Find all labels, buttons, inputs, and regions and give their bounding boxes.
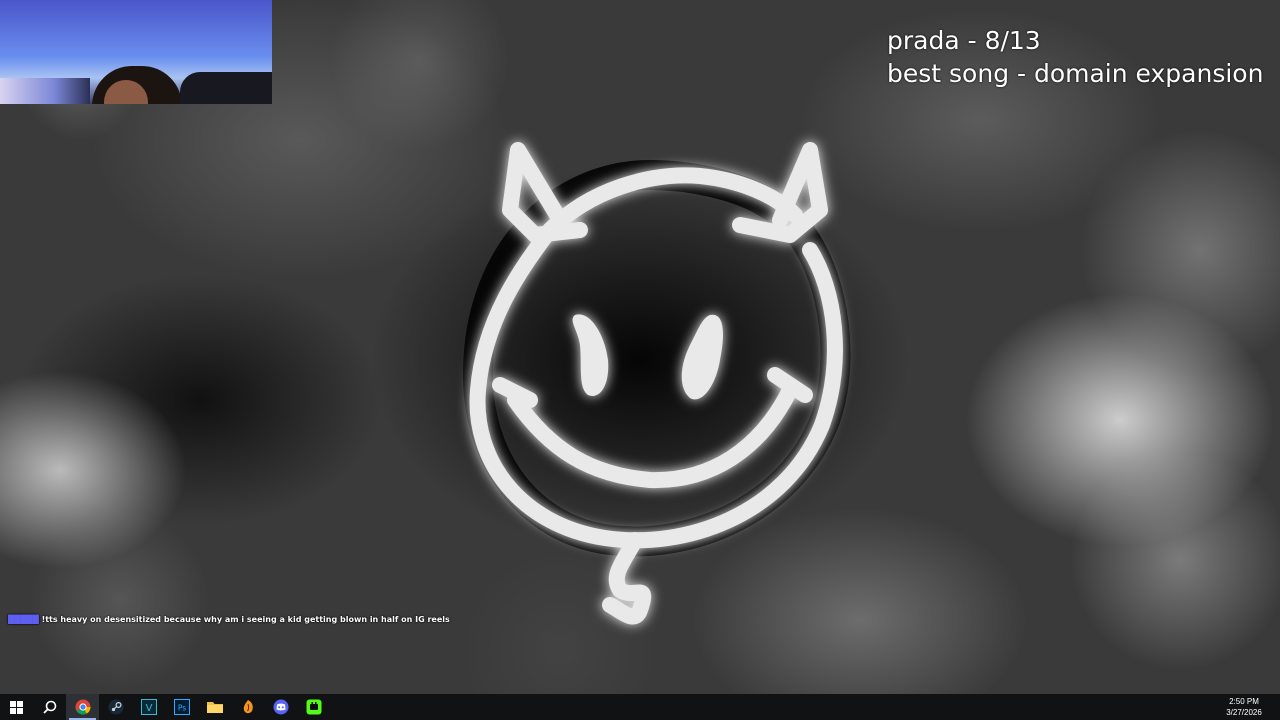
vegas-icon: V [140, 699, 157, 715]
best-song-line: best song - domain expansion [887, 59, 1264, 88]
rating-line: prada - 8/13 [887, 26, 1041, 55]
windows-icon [10, 700, 23, 714]
webcam-feed [0, 0, 272, 104]
stream-app-icon [306, 699, 321, 715]
search-icon [42, 700, 56, 714]
chat-message: █████ !tts heavy on desensitized because… [8, 614, 450, 625]
steam-icon [108, 699, 123, 715]
taskbar-discord[interactable] [264, 694, 297, 720]
taskbar-fl-studio[interactable] [231, 694, 264, 720]
stream-scene: prada - 8/13 best song - domain expansio… [0, 0, 1280, 694]
chrome-icon [75, 699, 90, 715]
chat-username: █████ [8, 615, 39, 624]
taskbar-stream-app[interactable] [297, 694, 330, 720]
svg-text:Ps: Ps [177, 704, 185, 713]
taskbar-file-explorer[interactable] [198, 694, 231, 720]
taskbar-photoshop[interactable]: Ps [165, 694, 198, 720]
system-clock[interactable]: 2:50 PM 3/27/2026 [1214, 696, 1280, 718]
svg-text:V: V [145, 703, 152, 714]
start-button[interactable] [0, 694, 33, 720]
photoshop-icon: Ps [173, 699, 190, 715]
taskbar-steam[interactable] [99, 694, 132, 720]
taskbar-vegas[interactable]: V [132, 694, 165, 720]
fl-studio-icon [243, 700, 253, 714]
chat-text: !tts heavy on desensitized because why a… [41, 615, 450, 624]
taskbar-chrome[interactable] [66, 694, 99, 720]
folder-icon [206, 702, 223, 713]
clock-time: 2:50 PM [1229, 697, 1259, 706]
devil-smiley-logo [462, 142, 851, 625]
discord-icon [273, 699, 288, 715]
taskbar: V Ps 2:50 PM 3/27/2026 [0, 694, 1280, 720]
clock-date: 3/27/2026 [1226, 708, 1262, 717]
search-button[interactable] [33, 694, 66, 720]
now-playing-overlay: prada - 8/13 best song - domain expansio… [887, 24, 1263, 90]
